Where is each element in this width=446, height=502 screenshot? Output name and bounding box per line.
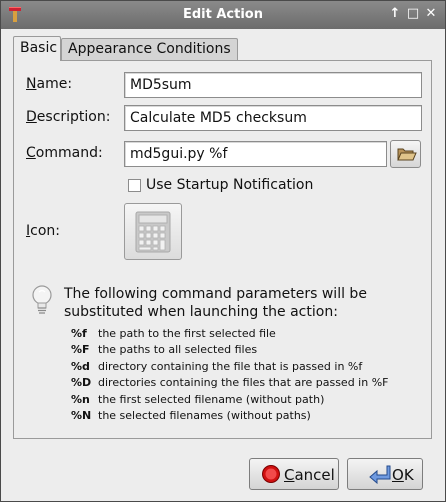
calculator-icon	[135, 211, 171, 253]
titlebar[interactable]: Edit Action ↑ □ ✕	[1, 1, 445, 29]
lightbulb-icon	[32, 285, 52, 314]
parameters-info-text: The following command parameters will be…	[64, 286, 367, 320]
ok-button[interactable]: OK	[347, 458, 423, 490]
folder-open-icon	[397, 148, 417, 161]
window-title: Edit Action	[182, 7, 263, 22]
command-label: Command:	[26, 145, 103, 161]
description-input[interactable]: Calculate MD5 checksum	[124, 105, 422, 131]
cancel-label: Cancel	[284, 466, 335, 484]
parameter-row: %d directory containing the file that is …	[71, 359, 363, 373]
browse-button[interactable]	[390, 140, 421, 168]
parameter-row: %F the paths to all selected files	[71, 343, 258, 357]
tab-appearance-conditions[interactable]: Appearance Conditions	[61, 38, 238, 60]
icon-chooser-button[interactable]	[124, 203, 182, 260]
enter-arrow-icon	[369, 465, 391, 484]
close-icon[interactable]: ✕	[424, 7, 438, 21]
command-input[interactable]: md5gui.py %f	[124, 141, 387, 167]
icon-label: Icon:	[26, 223, 60, 239]
parameters-list: %f the path to the first selected file %F…	[71, 327, 388, 425]
parameter-row: %f the path to the first selected file	[71, 327, 276, 340]
ok-label: OK	[392, 466, 414, 484]
stop-icon	[262, 465, 280, 483]
name-input[interactable]: MD5sum	[124, 72, 422, 98]
cancel-button[interactable]: Cancel	[249, 458, 339, 490]
parameter-row: %n the first selected filename (without p…	[71, 392, 325, 406]
startup-notification-label[interactable]: Use Startup Notification	[146, 177, 313, 193]
tab-basic[interactable]: Basic	[13, 36, 61, 61]
parameter-row: %D directories containing the files that …	[71, 376, 389, 390]
startup-notification-checkbox[interactable]	[128, 179, 141, 192]
parameter-row: %N the selected filenames (without paths)	[71, 408, 311, 422]
description-label: Description:	[26, 109, 111, 125]
edit-action-dialog: Edit Action ↑ □ ✕ Basic Appearance Condi…	[0, 0, 446, 502]
shade-icon[interactable]: ↑	[388, 7, 402, 21]
name-label: Name:	[26, 76, 73, 92]
maximize-icon[interactable]: □	[406, 7, 420, 21]
